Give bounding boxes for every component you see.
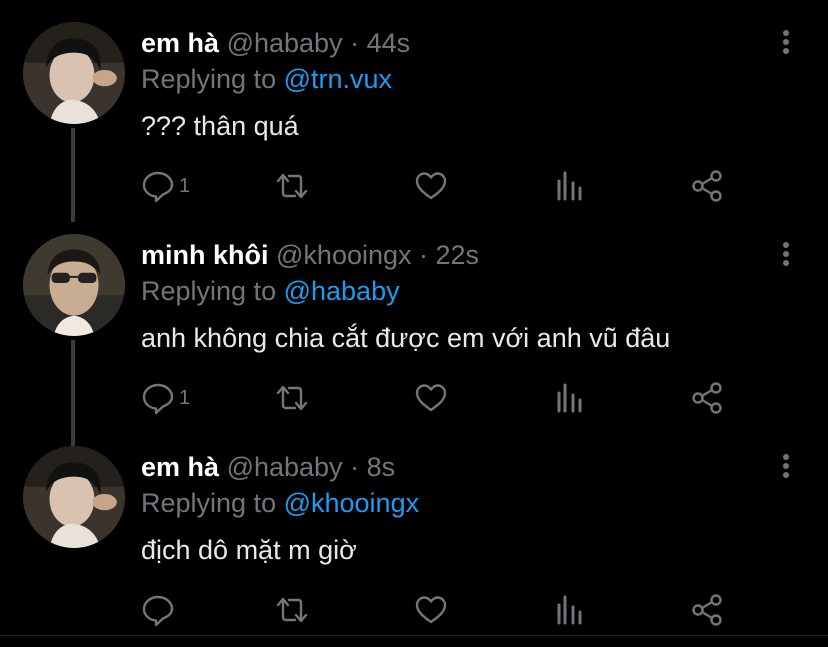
more-options-button[interactable] <box>772 240 800 268</box>
handle[interactable]: @hababy <box>227 28 343 58</box>
more-vert-icon <box>783 242 789 266</box>
more-options-button[interactable] <box>772 452 800 480</box>
replying-to: Replying to @trn.vux <box>141 62 392 96</box>
share-button[interactable] <box>690 166 724 206</box>
retweet-button[interactable] <box>275 590 309 630</box>
tweet[interactable]: minh khôi @khooingx · 22s Replying to @h… <box>0 212 828 424</box>
separator: · <box>411 240 436 270</box>
share-icon <box>692 170 722 202</box>
analytics-button[interactable] <box>553 166 587 206</box>
analytics-button[interactable] <box>553 590 587 630</box>
retweet-button[interactable] <box>275 166 309 206</box>
divider <box>0 635 828 636</box>
analytics-button[interactable] <box>553 378 587 418</box>
share-button[interactable] <box>690 378 724 418</box>
avatar[interactable] <box>23 234 125 336</box>
replying-to-label: Replying to <box>141 276 284 306</box>
action-bar: 1 <box>0 378 828 418</box>
reply-button[interactable]: 1 <box>141 378 190 418</box>
tweet-header: em hà @hababy · 44s <box>141 26 410 60</box>
tweet-header: em hà @hababy · 8s <box>141 450 395 484</box>
share-icon <box>692 594 722 626</box>
like-button[interactable] <box>414 378 448 418</box>
analytics-icon <box>557 595 582 625</box>
mention-link[interactable]: @trn.vux <box>284 64 392 94</box>
display-name[interactable]: em hà <box>141 452 219 482</box>
tweet-text: ??? thân quá <box>141 111 299 141</box>
replying-to: Replying to @hababy <box>141 274 400 308</box>
like-button[interactable] <box>414 590 448 630</box>
reply-count: 1 <box>179 386 191 409</box>
avatar[interactable] <box>23 22 125 124</box>
retweet-icon <box>276 385 308 411</box>
analytics-icon <box>557 383 582 413</box>
more-options-button[interactable] <box>772 28 800 56</box>
handle[interactable]: @hababy <box>227 452 343 482</box>
timestamp[interactable]: 8s <box>367 452 396 482</box>
tweet-header: minh khôi @khooingx · 22s <box>141 238 479 272</box>
retweet-icon <box>276 173 308 199</box>
replying-to-label: Replying to <box>141 488 284 518</box>
retweet-button[interactable] <box>275 378 309 418</box>
tweet-text: địch dô mặt m giờ <box>141 535 357 565</box>
reply-button[interactable]: 1 <box>141 166 190 206</box>
timestamp[interactable]: 22s <box>436 240 480 270</box>
like-icon <box>415 596 447 624</box>
action-bar <box>0 590 828 630</box>
reply-count: 1 <box>179 174 191 197</box>
more-vert-icon <box>783 454 789 478</box>
tweet[interactable]: em hà @hababy · 8s Replying to @khooingx… <box>0 424 828 636</box>
separator: · <box>342 28 367 58</box>
like-icon <box>415 384 447 412</box>
like-icon <box>415 172 447 200</box>
share-icon <box>692 382 722 414</box>
more-vert-icon <box>783 30 789 54</box>
mention-link[interactable]: @hababy <box>284 276 400 306</box>
retweet-icon <box>276 597 308 623</box>
avatar[interactable] <box>23 446 125 548</box>
timestamp[interactable]: 44s <box>367 28 411 58</box>
analytics-icon <box>557 171 582 201</box>
share-button[interactable] <box>690 590 724 630</box>
separator: · <box>342 452 367 482</box>
replying-to-label: Replying to <box>141 64 284 94</box>
tweet-text: anh không chia cắt được em với anh vũ đâ… <box>141 323 671 353</box>
reply-icon <box>142 595 174 627</box>
like-button[interactable] <box>414 166 448 206</box>
display-name[interactable]: minh khôi <box>141 240 269 270</box>
reply-button[interactable] <box>141 590 179 630</box>
action-bar: 1 <box>0 166 828 206</box>
replying-to: Replying to @khooingx <box>141 486 419 520</box>
tweet[interactable]: em hà @hababy · 44s Replying to @trn.vux… <box>0 0 828 212</box>
mention-link[interactable]: @khooingx <box>284 488 420 518</box>
reply-icon <box>142 383 174 415</box>
handle[interactable]: @khooingx <box>276 240 412 270</box>
display-name[interactable]: em hà <box>141 28 219 58</box>
reply-icon <box>142 171 174 203</box>
